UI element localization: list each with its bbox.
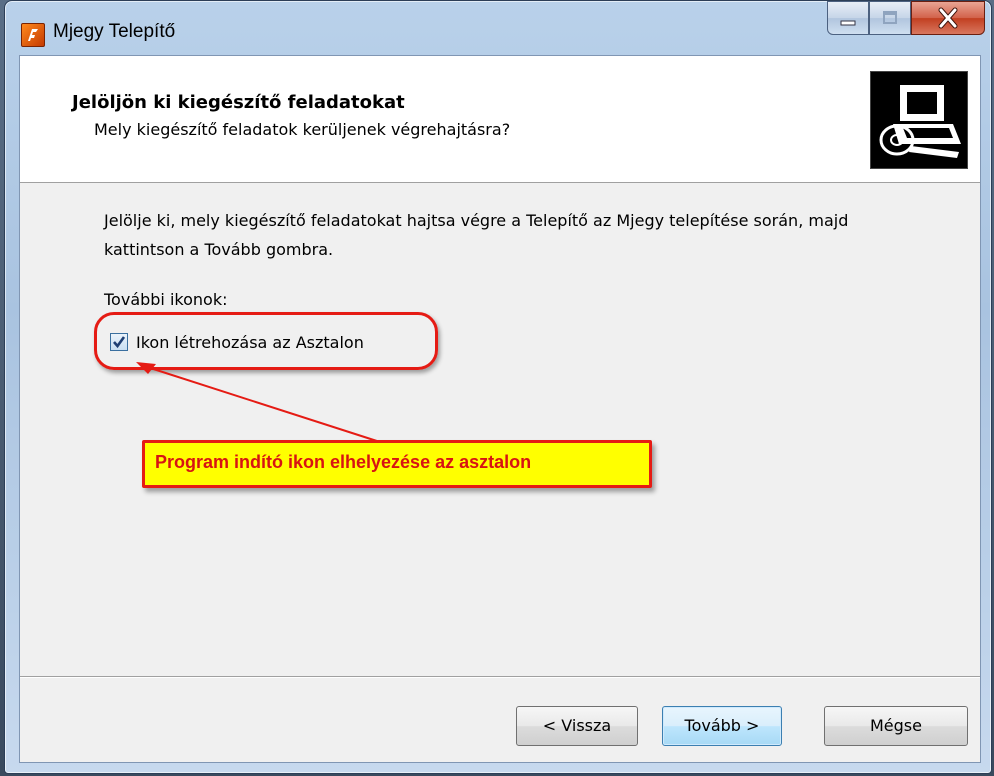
app-logo-icon[interactable] [21,23,45,47]
back-button[interactable]: < Vissza [516,706,638,746]
caption-buttons [827,1,985,37]
maximize-icon [883,11,897,24]
next-button[interactable]: Tovább > [662,706,782,746]
close-icon [938,7,958,29]
wizard-client-area: Jelöljön ki kiegészítő feladatokat Mely … [19,55,981,763]
window-title: Mjegy Telepítő [53,21,176,42]
minimize-icon [840,20,856,26]
annotation-callout: Program indító ikon elhelyezése az aszta… [142,440,652,488]
close-button[interactable] [911,1,985,35]
cancel-button[interactable]: Mégse [824,706,968,746]
minimize-button[interactable] [827,1,869,35]
title-bar[interactable]: Mjegy Telepítő [5,1,991,57]
footer-divider [20,676,980,678]
maximize-button[interactable] [869,1,911,35]
installer-window: Mjegy Telepítő Jelöljön ki kiegészítő fe… [4,0,992,774]
